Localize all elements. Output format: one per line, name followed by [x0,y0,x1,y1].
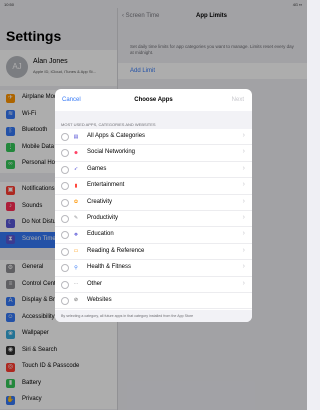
stack-icon: ▤ [73,133,79,140]
category-row[interactable]: ➶ Games › [55,162,252,179]
category-row[interactable]: ❖ Education › [55,227,252,244]
category-row[interactable]: ⊘ Websites [55,293,252,310]
category-label: All Apps & Categories [87,133,146,139]
rocket-icon: ➶ [73,166,79,173]
chevron-right-icon: › [242,230,245,238]
category-label: Productivity [87,214,119,221]
select-radio[interactable] [61,133,69,141]
select-radio[interactable] [61,247,69,256]
category-label: Health & Fitness [87,264,132,271]
chevron-right-icon: › [242,213,245,221]
chevron-right-icon: › [242,132,245,139]
category-label: Reading & Reference [87,247,145,254]
select-radio[interactable] [61,280,69,289]
chevron-right-icon: › [242,164,245,172]
category-row[interactable]: ✎ Productivity › [55,211,252,228]
category-label: Education [87,231,114,238]
chevron-right-icon: › [242,246,245,254]
category-label: Social Networking [87,149,136,156]
category-row[interactable]: ▤ All Apps & Categories › [55,129,252,146]
select-radio[interactable] [61,214,69,223]
category-row[interactable]: ✿ Creativity › [55,195,252,211]
choose-apps-modal: Cancel Choose Apps Next MOST USED APPS, … [55,89,252,322]
chevron-right-icon: › [242,263,245,271]
category-row[interactable]: ⚲ Health & Fitness › [55,260,252,277]
section-header: MOST USED APPS, CATEGORIES AND WEBSITES [55,111,252,129]
category-label: Entertainment [87,182,125,189]
modal-header: Cancel Choose Apps Next [55,89,252,112]
category-row[interactable]: ▮ Entertainment › [55,178,252,195]
pencil-icon: ✎ [73,215,79,222]
bicycle-icon: ⚲ [74,264,78,271]
app-category-list: ▤ All Apps & Categories › ☻ Social Networkin… [55,129,252,310]
entertainment-icon: ▮ [74,182,78,189]
chevron-right-icon: › [242,148,245,156]
select-radio[interactable] [61,198,69,207]
next-button[interactable]: Next [232,97,244,103]
category-label: Creativity [87,198,113,205]
chevron-right-icon: › [242,181,245,189]
select-radio[interactable] [61,182,69,191]
select-radio[interactable] [61,149,69,158]
category-label: Other [87,280,103,287]
palette-icon: ✿ [73,199,79,206]
social-icon: ☻ [73,149,79,156]
book-icon: ▭ [73,248,79,255]
section-header-label: MOST USED APPS, CATEGORIES AND WEBSITES [61,122,156,127]
category-row[interactable]: ☻ Social Networking › [55,145,252,162]
footer-note: By selecting a category, all future apps… [61,314,194,318]
more-icon: ··· [73,281,79,288]
select-radio[interactable] [61,264,69,273]
category-label: Games [87,165,107,172]
select-radio[interactable] [61,296,69,305]
category-row[interactable]: ▭ Reading & Reference › [55,244,252,261]
category-label: Websites [87,296,112,303]
category-row[interactable]: ··· Other › [55,277,252,293]
modal-footer: By selecting a category, all future apps… [55,310,252,322]
education-icon: ❖ [73,231,79,238]
select-radio[interactable] [61,231,69,240]
compass-icon: ⊘ [73,297,79,304]
chevron-right-icon: › [242,279,245,287]
modal-title: Choose Apps [134,97,173,103]
chevron-right-icon: › [242,197,245,205]
select-radio[interactable] [61,165,69,174]
